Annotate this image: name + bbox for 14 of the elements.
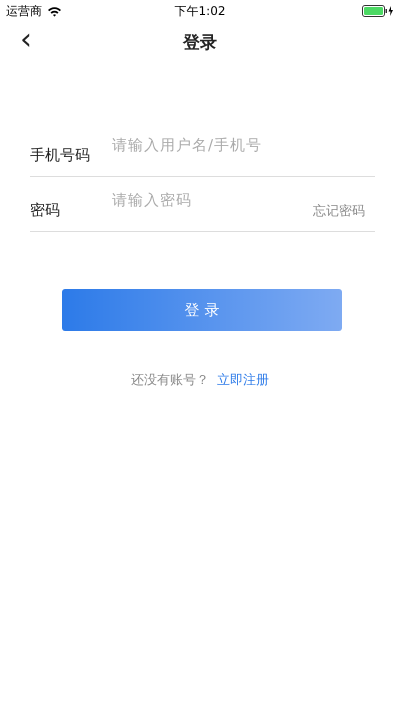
- clock-time: 下午1:02: [174, 2, 226, 20]
- register-link[interactable]: 立即注册: [217, 371, 269, 389]
- field-label: 密码: [30, 200, 61, 220]
- register-prompt: 还没有账号？: [131, 372, 209, 389]
- input-field[interactable]: 请输入用户名/手机号: [112, 136, 375, 154]
- field-label: 手机号码: [30, 145, 91, 165]
- input-field[interactable]: 请输入密码: [112, 190, 313, 208]
- forgot-password-link[interactable]: 忘记密码: [313, 190, 375, 220]
- wifi-icon: [47, 6, 62, 16]
- page-title: 登录: [183, 32, 217, 54]
- login-button[interactable]: 登 录: [62, 289, 342, 331]
- carrier-name: 运营商: [6, 2, 42, 20]
- battery-icon: [362, 5, 394, 17]
- back-button[interactable]: ‹: [16, 26, 36, 54]
